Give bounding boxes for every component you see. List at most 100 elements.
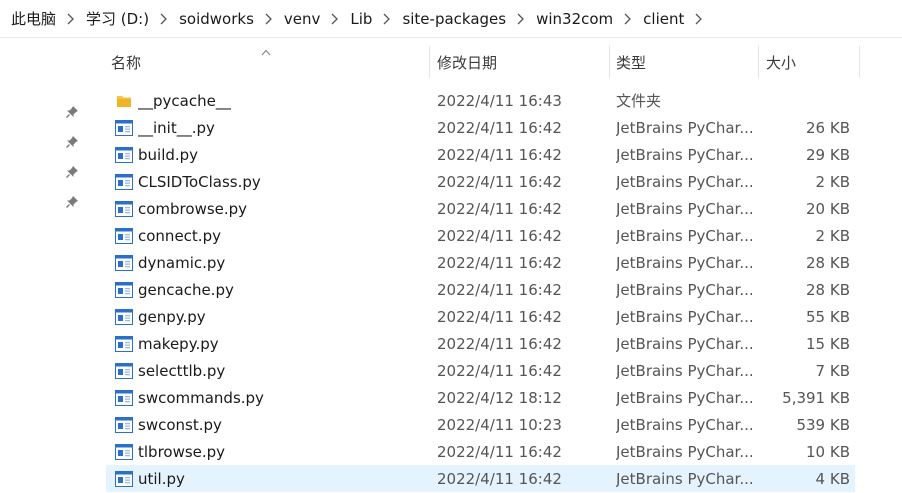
file-row[interactable]: __init__.py 2022/4/11 16:42 JetBrains PyCh… [106,114,855,141]
pin-icon[interactable] [62,102,82,122]
python-file-icon [113,384,135,411]
file-name: gencache.py [138,280,234,299]
file-size: 29 KB [806,145,850,164]
column-header-size[interactable]: 大小 [761,44,859,80]
file-modified-date: 2022/4/11 16:42 [437,172,562,191]
file-name: build.py [138,145,199,164]
pin-icon[interactable] [62,192,82,212]
file-type: JetBrains PyChar... [616,469,754,488]
column-divider[interactable] [758,46,759,78]
file-type: JetBrains PyChar... [616,118,754,137]
file-type: JetBrains PyChar... [616,199,754,218]
python-file-icon [113,330,135,357]
chevron-right-icon[interactable] [690,10,708,28]
column-divider[interactable] [429,46,430,78]
file-type: JetBrains PyChar... [616,415,754,434]
chevron-right-icon[interactable] [260,10,278,28]
breadcrumb-item-this-pc[interactable]: 此电脑 [8,8,59,29]
column-header-name[interactable]: 名称 [106,44,429,80]
file-modified-date: 2022/4/11 16:42 [437,199,562,218]
file-row[interactable]: selecttlb.py 2022/4/11 16:42 JetBrains PyC… [106,357,855,384]
file-row[interactable]: dynamic.py 2022/4/11 16:42 JetBrains PyCha… [106,249,855,276]
file-modified-date: 2022/4/12 18:12 [437,388,562,407]
pin-icon[interactable] [62,132,82,152]
breadcrumb-item-client[interactable]: client [640,10,687,28]
file-row[interactable]: genpy.py 2022/4/11 16:42 JetBrains PyChar.… [106,303,855,330]
file-name: selecttlb.py [138,361,226,380]
chevron-right-icon[interactable] [326,10,344,28]
file-modified-date: 2022/4/11 16:43 [437,91,562,110]
python-file-icon [113,168,135,195]
file-row[interactable]: util.py 2022/4/11 16:42 JetBrains PyChar..… [106,465,855,492]
column-header: 名称 修改日期 类型 大小 [106,44,860,80]
python-file-icon [113,411,135,438]
file-row[interactable]: CLSIDToClass.py 2022/4/11 16:42 JetBrains … [106,168,855,195]
breadcrumb-item-win32com[interactable]: win32com [533,10,616,28]
folder-row[interactable]: __pycache__ 2022/4/11 16:43 文件夹 [106,87,855,114]
file-name: genpy.py [138,307,206,326]
file-row[interactable]: tlbrowse.py 2022/4/11 16:42 JetBrains PyCh… [106,438,855,465]
file-type: JetBrains PyChar... [616,442,754,461]
file-modified-date: 2022/4/11 16:42 [437,226,562,245]
file-size: 15 KB [806,334,850,353]
column-divider[interactable] [609,46,610,78]
python-file-icon [113,195,135,222]
column-header-date[interactable]: 修改日期 [432,44,609,80]
file-size: 539 KB [796,415,850,434]
python-file-icon [113,465,135,492]
file-type: JetBrains PyChar... [616,307,754,326]
file-row[interactable]: swconst.py 2022/4/11 10:23 JetBrains PyCha… [106,411,855,438]
file-size: 28 KB [806,253,850,272]
file-size: 5,391 KB [782,388,850,407]
breadcrumb-item-site-packages[interactable]: site-packages [399,10,509,28]
chevron-right-icon[interactable] [62,10,80,28]
file-row[interactable]: makepy.py 2022/4/11 16:42 JetBrains PyChar… [106,330,855,357]
breadcrumb-item-soidworks[interactable]: soidworks [176,10,257,28]
file-modified-date: 2022/4/11 16:42 [437,442,562,461]
file-name: __pycache__ [138,91,231,110]
file-name: tlbrowse.py [138,442,226,461]
file-name: dynamic.py [138,253,226,272]
python-file-icon [113,222,135,249]
file-type: JetBrains PyChar... [616,388,754,407]
file-size: 26 KB [806,118,850,137]
chevron-right-icon[interactable] [512,10,530,28]
file-size: 4 KB [815,469,850,488]
file-modified-date: 2022/4/11 16:42 [437,361,562,380]
file-type: JetBrains PyChar... [616,361,754,380]
chevron-right-icon[interactable] [378,10,396,28]
python-file-icon [113,276,135,303]
breadcrumb-item-venv[interactable]: venv [281,10,324,28]
file-type: JetBrains PyChar... [616,334,754,353]
file-row[interactable]: build.py 2022/4/11 16:42 JetBrains PyChar.… [106,141,855,168]
file-type: JetBrains PyChar... [616,172,754,191]
file-modified-date: 2022/4/11 16:42 [437,307,562,326]
folder-icon [113,87,135,114]
column-divider[interactable] [859,46,860,78]
python-file-icon [113,303,135,330]
column-header-type[interactable]: 类型 [611,44,758,80]
file-size: 28 KB [806,280,850,299]
file-name: __init__.py [138,118,215,137]
breadcrumb-item-lib[interactable]: Lib [347,10,375,28]
file-row[interactable]: gencache.py 2022/4/11 16:42 JetBrains PyCh… [106,276,855,303]
file-type: JetBrains PyChar... [616,280,754,299]
file-size: 2 KB [815,172,850,191]
python-file-icon [113,357,135,384]
pin-icon[interactable] [62,162,82,182]
file-modified-date: 2022/4/11 16:42 [437,118,562,137]
file-name: swcommands.py [138,388,264,407]
chevron-right-icon[interactable] [155,10,173,28]
file-size: 55 KB [806,307,850,326]
file-size: 20 KB [806,199,850,218]
file-name: swconst.py [138,415,222,434]
breadcrumb-item-drive[interactable]: 学习 (D:) [83,8,152,29]
python-file-icon [113,114,135,141]
chevron-right-icon[interactable] [619,10,637,28]
file-name: connect.py [138,226,221,245]
file-type: JetBrains PyChar... [616,226,754,245]
file-row[interactable]: swcommands.py 2022/4/12 18:12 JetBrains Py… [106,384,855,411]
file-row[interactable]: connect.py 2022/4/11 16:42 JetBrains PyCha… [106,222,855,249]
file-row[interactable]: combrowse.py 2022/4/11 16:42 JetBrains PyC… [106,195,855,222]
breadcrumb: 此电脑 学习 (D:) soidworks venv Lib site-pack… [0,0,902,38]
